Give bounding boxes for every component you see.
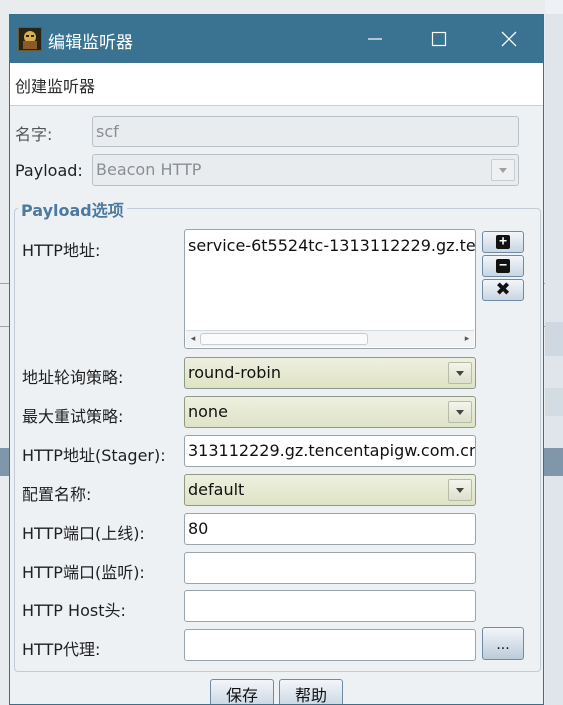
- payload-select-value: Beacon HTTP: [96, 160, 202, 179]
- app-icon: [18, 27, 42, 51]
- proxy-settings-button[interactable]: ...: [482, 627, 524, 660]
- scroll-right-icon[interactable]: ▸: [462, 333, 472, 345]
- chevron-down-icon: [448, 362, 472, 384]
- scroll-left-icon[interactable]: ◂: [188, 333, 198, 345]
- http-address-label: HTTP地址:: [22, 241, 101, 260]
- http-address-value: service-6t5524tc-1313112229.gz.tencentap…: [188, 236, 476, 255]
- dialog-header: 创建监听器: [10, 63, 543, 106]
- profile-name-label: 配置名称:: [22, 485, 92, 504]
- name-field[interactable]: scf: [92, 116, 519, 147]
- retry-strategy-value: none: [188, 402, 228, 421]
- scrollbar-thumb[interactable]: [200, 333, 368, 345]
- port-listen-label: HTTP端口(监听):: [22, 563, 145, 582]
- port-online-label: HTTP端口(上线):: [22, 524, 145, 543]
- chevron-down-icon: [448, 479, 472, 501]
- name-label: 名字:: [15, 125, 53, 144]
- help-button[interactable]: 帮助: [279, 679, 343, 704]
- profile-name-value: default: [188, 480, 245, 499]
- http-proxy-field[interactable]: [184, 629, 476, 661]
- stager-address-label: HTTP地址(Stager):: [22, 446, 166, 465]
- payload-label: Payload:: [15, 161, 83, 180]
- chevron-down-icon: [448, 401, 472, 423]
- minimize-button[interactable]: [352, 23, 398, 55]
- add-icon: +: [496, 235, 510, 249]
- http-proxy-label: HTTP代理:: [22, 640, 101, 659]
- minimize-icon: [368, 38, 382, 40]
- host-header-label: HTTP Host头:: [22, 601, 126, 620]
- save-button[interactable]: 保存: [210, 679, 274, 704]
- stager-address-field[interactable]: 313112229.gz.tencentapigw.com.cn: [184, 435, 476, 467]
- port-online-field[interactable]: 80: [184, 513, 476, 545]
- chevron-down-icon: [491, 159, 515, 181]
- retry-strategy-select[interactable]: none: [184, 396, 476, 428]
- rotation-strategy-value: round-robin: [188, 363, 281, 382]
- dialog-subtitle: 创建监听器: [15, 77, 96, 96]
- host-header-field[interactable]: [184, 590, 476, 622]
- background-app-edge: [545, 0, 563, 705]
- remove-address-button[interactable]: −: [482, 255, 524, 277]
- add-address-button[interactable]: +: [482, 231, 524, 253]
- close-icon: [501, 31, 517, 47]
- maximize-icon: [431, 31, 447, 47]
- port-listen-field[interactable]: [184, 552, 476, 584]
- maximize-button[interactable]: [416, 23, 462, 55]
- horizontal-scrollbar[interactable]: ◂ ▸: [186, 330, 474, 347]
- clear-icon: ✖: [495, 279, 511, 300]
- retry-strategy-label: 最大重试策略:: [22, 407, 124, 426]
- profile-name-select[interactable]: default: [184, 474, 476, 506]
- window-title: 编辑监听器: [48, 33, 133, 53]
- edit-listener-dialog: 编辑监听器 创建监听器 名字: scf Payload: Beacon HTTP…: [9, 14, 544, 705]
- payload-options-title: Payload选项: [18, 197, 127, 221]
- payload-select[interactable]: Beacon HTTP: [92, 154, 519, 186]
- close-button[interactable]: [486, 23, 532, 55]
- clear-addresses-button[interactable]: ✖: [482, 279, 524, 301]
- title-bar[interactable]: 编辑监听器: [10, 15, 543, 63]
- http-address-textarea[interactable]: service-6t5524tc-1313112229.gz.tencentap…: [184, 229, 476, 349]
- rotation-strategy-select[interactable]: round-robin: [184, 357, 476, 389]
- rotation-strategy-label: 地址轮询策略:: [22, 368, 124, 387]
- remove-icon: −: [496, 259, 510, 273]
